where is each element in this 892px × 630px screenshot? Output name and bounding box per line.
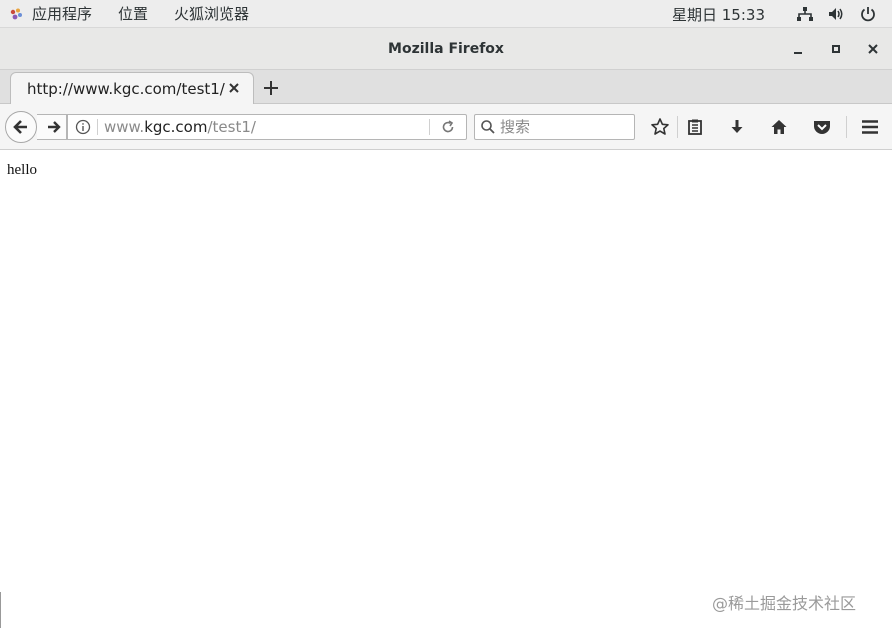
download-icon[interactable]	[727, 117, 747, 137]
watermark: @稀土掘金技术社区	[712, 594, 857, 613]
applications-menu-label: 应用程序	[32, 5, 93, 23]
system-top-bar: 应用程序 位置 火狐浏览器 星期日 15:33	[0, 0, 892, 28]
url-path: /test1/	[207, 118, 256, 136]
page-body-text: hello	[7, 162, 37, 178]
hamburger-menu-icon[interactable]	[860, 117, 880, 137]
url-text[interactable]: www.kgc.com/test1/	[104, 118, 256, 136]
tab-active[interactable]: http://www.kgc.com/test1/	[10, 72, 254, 105]
window-edge	[0, 592, 3, 628]
pocket-icon[interactable]	[812, 117, 832, 137]
firefox-app-menu[interactable]: 火狐浏览器	[174, 3, 249, 24]
navigation-toolbar: www.kgc.com/test1/	[0, 104, 892, 150]
bookmarks-menu-icon[interactable]	[685, 117, 705, 137]
toolbar-divider	[677, 116, 678, 138]
search-input[interactable]	[500, 118, 628, 136]
window-title-bar[interactable]: Mozilla Firefox	[0, 28, 892, 70]
tab-strip: http://www.kgc.com/test1/	[0, 70, 892, 105]
site-info-icon[interactable]	[75, 119, 91, 135]
search-icon	[481, 120, 495, 134]
back-button[interactable]	[5, 111, 37, 143]
back-arrow-icon	[13, 120, 27, 134]
forward-arrow-icon	[47, 121, 61, 133]
places-menu[interactable]: 位置	[118, 3, 148, 24]
new-tab-icon[interactable]	[262, 79, 280, 97]
clock[interactable]: 星期日 15:33	[672, 4, 765, 25]
search-bar[interactable]	[474, 114, 635, 140]
bookmark-star-icon[interactable]	[650, 117, 670, 137]
forward-button[interactable]	[37, 114, 67, 140]
gnome-foot-icon	[10, 8, 22, 19]
window-title: Mozilla Firefox	[388, 40, 504, 57]
reload-icon[interactable]	[440, 119, 456, 135]
url-prefix: www.	[104, 118, 145, 136]
tab-title: http://www.kgc.com/test1/	[27, 80, 225, 98]
address-divider	[97, 119, 98, 135]
network-icon[interactable]	[795, 4, 815, 24]
toolbar-divider	[846, 116, 847, 138]
home-icon[interactable]	[769, 117, 789, 137]
address-bar[interactable]: www.kgc.com/test1/	[67, 114, 467, 140]
applications-menu[interactable]: 应用程序	[8, 3, 118, 24]
url-domain: kgc.com	[144, 118, 208, 136]
volume-icon[interactable]	[826, 4, 846, 24]
close-tab-icon[interactable]	[227, 81, 241, 95]
power-icon[interactable]	[858, 4, 878, 24]
reload-divider	[429, 119, 430, 135]
close-window-icon[interactable]	[864, 40, 882, 58]
maximize-icon[interactable]	[827, 40, 845, 58]
minimize-icon[interactable]	[789, 40, 807, 58]
page-content: hello	[0, 151, 892, 630]
